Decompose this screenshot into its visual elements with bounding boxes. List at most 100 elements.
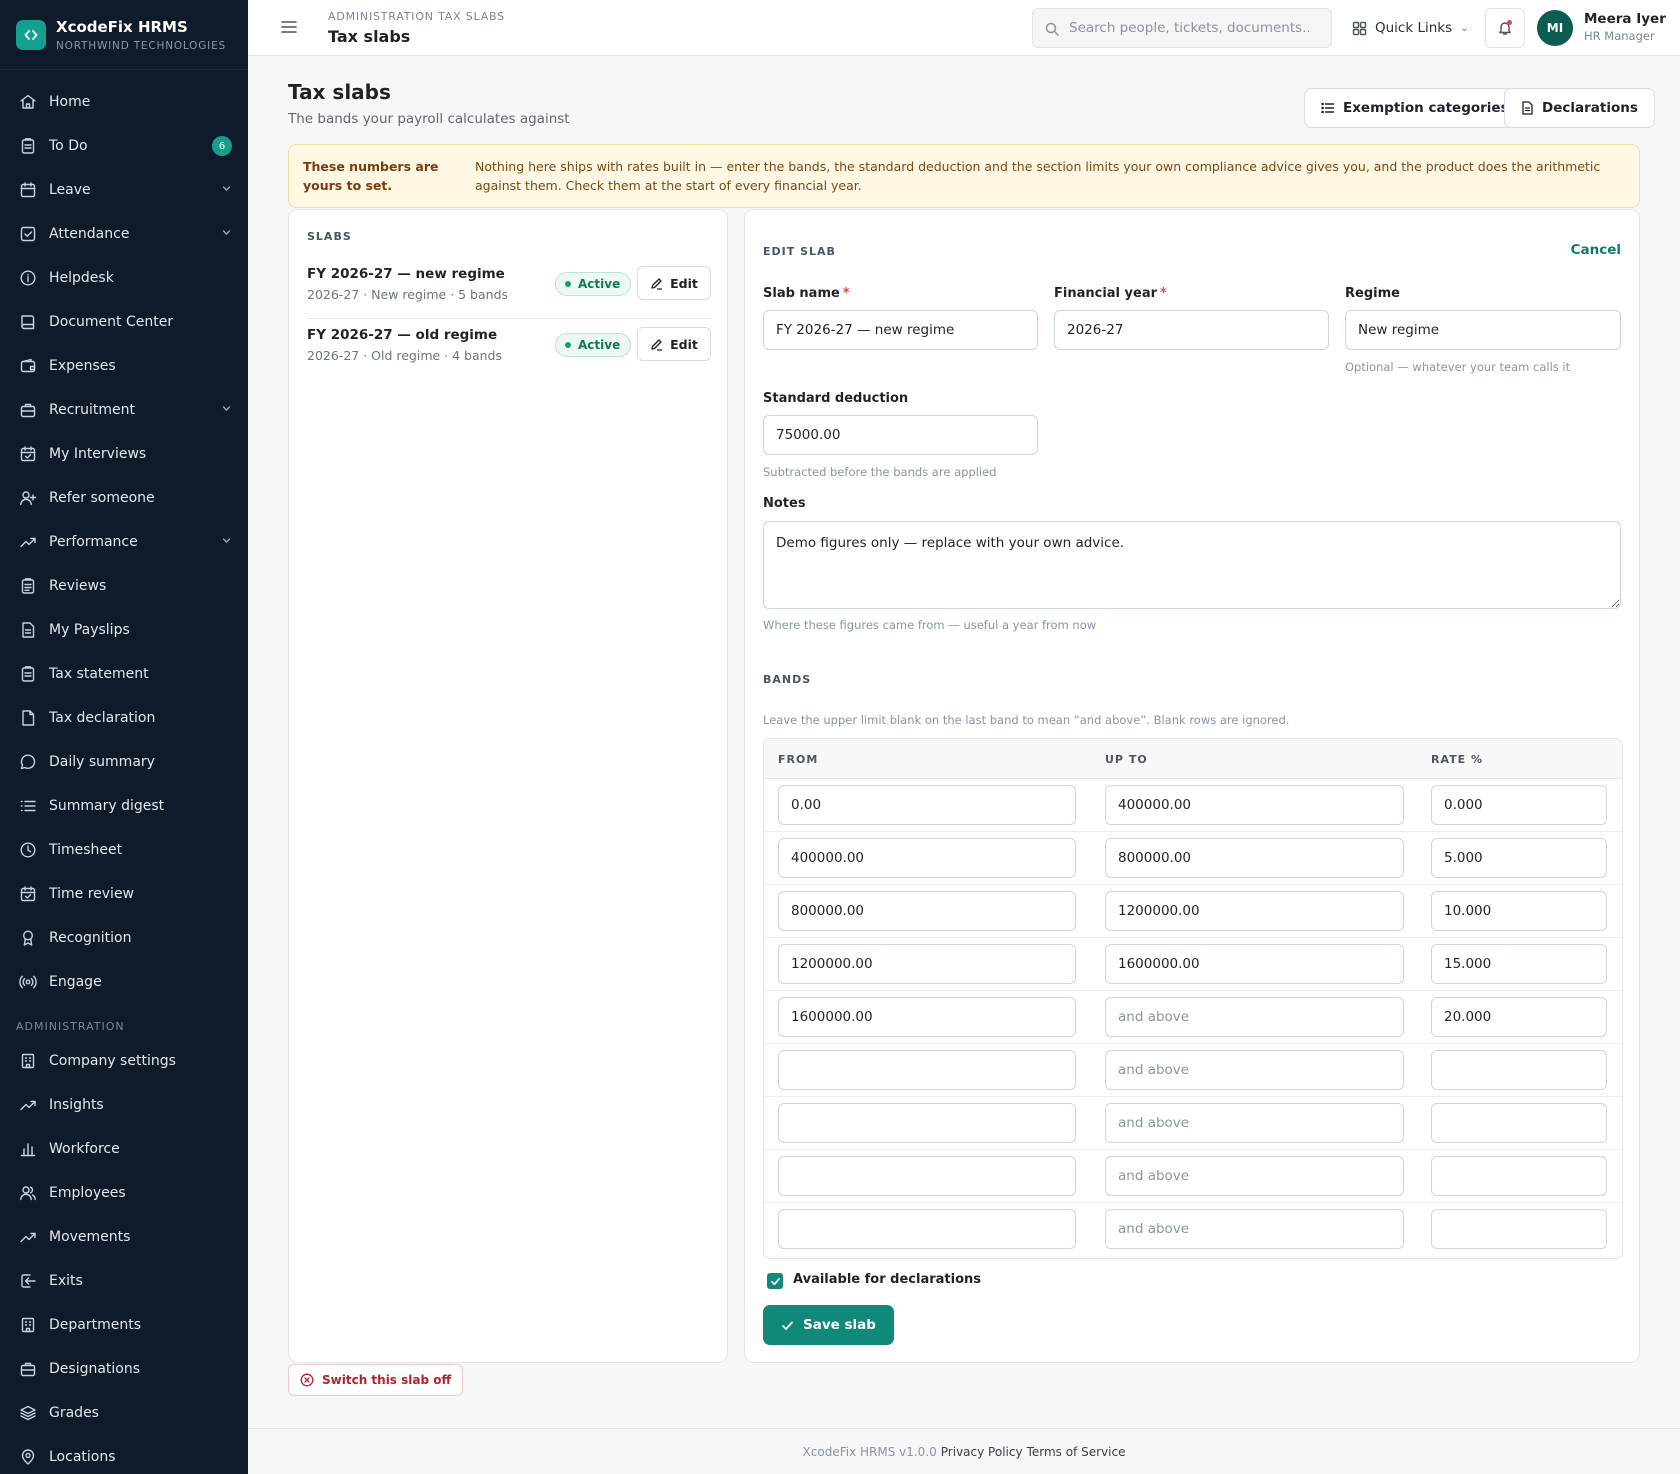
sidebar-item-helpdesk[interactable]: Helpdesk: [0, 256, 248, 300]
financial-year-input[interactable]: [1054, 310, 1329, 350]
band-from-input[interactable]: [778, 944, 1076, 984]
band-up-to-input[interactable]: [1105, 785, 1404, 825]
avatar[interactable]: MI: [1537, 10, 1573, 46]
band-rate-input[interactable]: [1431, 891, 1607, 931]
user-name[interactable]: Meera Iyer: [1584, 11, 1666, 27]
exemption-categories-button[interactable]: Exemption categories: [1304, 88, 1526, 128]
page-title: Tax slabs: [288, 80, 391, 104]
band-rate-input[interactable]: [1431, 997, 1607, 1037]
menu-icon[interactable]: [280, 18, 298, 36]
file-icon: [19, 709, 37, 727]
band-from-input[interactable]: [778, 838, 1076, 878]
notes-textarea[interactable]: Demo figures only — replace with your ow…: [763, 521, 1621, 609]
slab-item[interactable]: FY 2026-27 — new regime 2026-27 · New re…: [307, 266, 711, 326]
switch-slab-off-button[interactable]: Switch this slab off: [288, 1364, 464, 1396]
slab-name-input[interactable]: [763, 310, 1038, 350]
sidebar-item-insights[interactable]: Insights: [0, 1083, 248, 1127]
sidebar-item-leave[interactable]: Leave: [0, 168, 248, 212]
sidebar-item-locations[interactable]: Locations: [0, 1435, 248, 1474]
sidebar-item-engage[interactable]: Engage: [0, 960, 248, 1004]
band-up-to-input[interactable]: [1105, 891, 1404, 931]
notifications-button[interactable]: [1485, 8, 1525, 48]
sidebar-item-home[interactable]: Home: [0, 80, 248, 124]
sidebar-item-company-settings[interactable]: Company settings: [0, 1039, 248, 1083]
band-up-to-input[interactable]: [1105, 997, 1404, 1037]
cancel-button[interactable]: Cancel: [1571, 242, 1621, 258]
sidebar-item-label: Attendance: [49, 226, 130, 242]
sidebar-item-label: Tax statement: [49, 666, 149, 682]
band-rate-input[interactable]: [1431, 1209, 1607, 1249]
trending-up-icon: [19, 1096, 37, 1114]
sidebar-item-daily-summary[interactable]: Daily summary: [0, 740, 248, 784]
available-label[interactable]: Available for declarations: [793, 1272, 981, 1287]
band-up-to-input[interactable]: [1105, 1209, 1404, 1249]
sidebar-item-tax-declaration[interactable]: Tax declaration: [0, 696, 248, 740]
band-from-input[interactable]: [778, 1050, 1076, 1090]
footer: XcodeFix HRMS v1.0.0 Privacy Policy Term…: [248, 1428, 1680, 1474]
sidebar-item-time-review[interactable]: Time review: [0, 872, 248, 916]
band-rate-input[interactable]: [1431, 785, 1607, 825]
terms-link[interactable]: Terms of Service: [1027, 1445, 1126, 1459]
sidebar-item-to-do[interactable]: To Do 6: [0, 124, 248, 168]
search-input[interactable]: [1069, 20, 1309, 36]
sidebar-item-grades[interactable]: Grades: [0, 1391, 248, 1435]
sidebar-item-exits[interactable]: Exits: [0, 1259, 248, 1303]
sidebar-item-summary-digest[interactable]: Summary digest: [0, 784, 248, 828]
available-checkbox[interactable]: [767, 1273, 783, 1289]
privacy-policy-link[interactable]: Privacy Policy: [941, 1445, 1023, 1459]
band-rate-input[interactable]: [1431, 1050, 1607, 1090]
sidebar-item-performance[interactable]: Performance: [0, 520, 248, 564]
band-from-input[interactable]: [778, 997, 1076, 1037]
sidebar-item-recruitment[interactable]: Recruitment: [0, 388, 248, 432]
sidebar-item-my-payslips[interactable]: My Payslips: [0, 608, 248, 652]
sidebar-item-recognition[interactable]: Recognition: [0, 916, 248, 960]
sidebar-item-expenses[interactable]: Expenses: [0, 344, 248, 388]
x-circle-icon: [300, 1373, 314, 1387]
declarations-button[interactable]: Declarations: [1504, 88, 1655, 128]
building-icon: [19, 1052, 37, 1070]
band-up-to-input[interactable]: [1105, 1050, 1404, 1090]
chevron-down-icon: [221, 535, 232, 549]
sidebar-item-refer-someone[interactable]: Refer someone: [0, 476, 248, 520]
sidebar-item-document-center[interactable]: Document Center: [0, 300, 248, 344]
band-rate-input[interactable]: [1431, 1156, 1607, 1196]
sidebar-item-my-interviews[interactable]: My Interviews: [0, 432, 248, 476]
band-up-to-input[interactable]: [1105, 838, 1404, 878]
switch-slab-off-label: Switch this slab off: [322, 1373, 452, 1387]
band-from-input[interactable]: [778, 1103, 1076, 1143]
band-up-to-input[interactable]: [1105, 1103, 1404, 1143]
sidebar-item-timesheet[interactable]: Timesheet: [0, 828, 248, 872]
edit-slab-button[interactable]: Edit: [637, 327, 711, 361]
sidebar-item-reviews[interactable]: Reviews: [0, 564, 248, 608]
message-circle-icon: [19, 753, 37, 771]
sidebar-item-label: Grades: [49, 1405, 99, 1421]
sidebar-item-workforce[interactable]: Workforce: [0, 1127, 248, 1171]
sidebar-item-tax-statement[interactable]: Tax statement: [0, 652, 248, 696]
band-rate-input[interactable]: [1431, 1103, 1607, 1143]
band-from-input[interactable]: [778, 891, 1076, 931]
standard-deduction-input[interactable]: [763, 415, 1038, 455]
sidebar-item-designations[interactable]: Designations: [0, 1347, 248, 1391]
band-rate-input[interactable]: [1431, 944, 1607, 984]
sidebar-item-employees[interactable]: Employees: [0, 1171, 248, 1215]
global-search[interactable]: [1032, 8, 1332, 48]
slab-name-label: Slab name *: [763, 286, 850, 301]
band-from-input[interactable]: [778, 1156, 1076, 1196]
band-from-input[interactable]: [778, 785, 1076, 825]
band-up-to-input[interactable]: [1105, 1156, 1404, 1196]
regime-input[interactable]: [1345, 310, 1621, 350]
quick-links-button[interactable]: Quick Links ⌄: [1352, 8, 1469, 48]
sidebar-item-movements[interactable]: Movements: [0, 1215, 248, 1259]
save-slab-button[interactable]: Save slab: [763, 1305, 894, 1345]
brand[interactable]: XcodeFix HRMS NORTHWIND TECHNOLOGIES: [0, 0, 248, 70]
award-icon: [19, 929, 37, 947]
sidebar-item-label: Document Center: [49, 314, 174, 330]
band-from-input[interactable]: [778, 1209, 1076, 1249]
band-up-to-input[interactable]: [1105, 944, 1404, 984]
slab-item[interactable]: FY 2026-27 — old regime 2026-27 · Old re…: [307, 327, 711, 387]
calendar-check-icon: [19, 885, 37, 903]
edit-slab-button[interactable]: Edit: [637, 266, 711, 300]
sidebar-item-attendance[interactable]: Attendance: [0, 212, 248, 256]
band-rate-input[interactable]: [1431, 838, 1607, 878]
sidebar-item-departments[interactable]: Departments: [0, 1303, 248, 1347]
